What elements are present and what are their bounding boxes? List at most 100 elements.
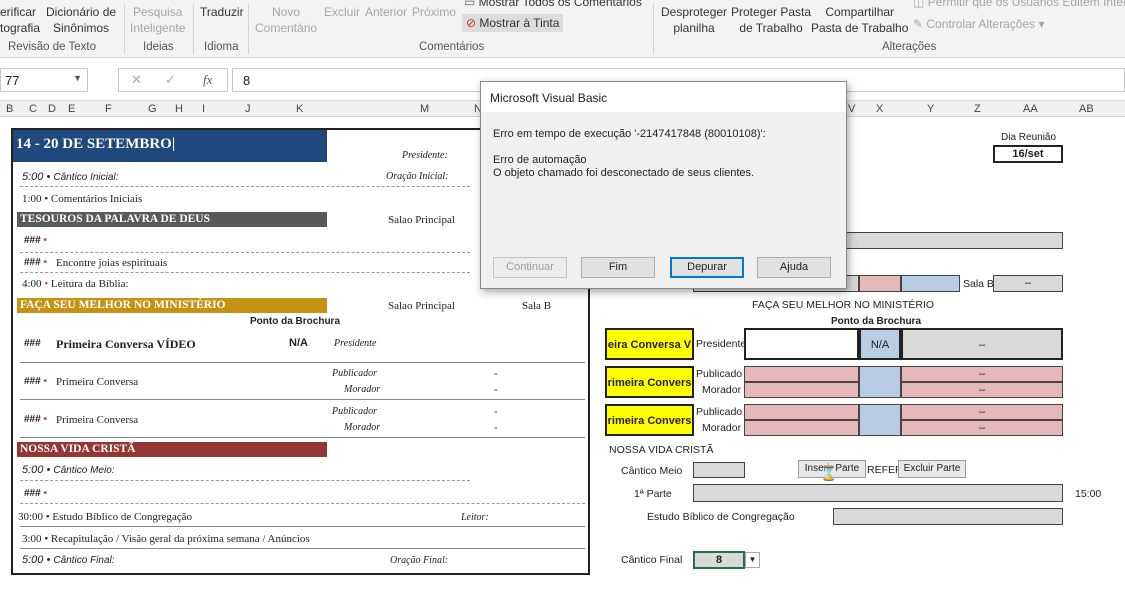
- column-header[interactable]: X: [876, 103, 883, 115]
- room-b-label: Sala B: [522, 300, 552, 312]
- householder-label: Morador: [344, 422, 381, 433]
- column-header[interactable]: M: [420, 103, 429, 115]
- form-cell[interactable]: –: [901, 404, 1063, 420]
- help-button[interactable]: Ajuda: [757, 257, 831, 278]
- form-cell[interactable]: –: [993, 275, 1063, 292]
- ministerio-label: FAÇA SEU MELHOR NO MINISTÉRIO: [752, 299, 935, 311]
- form-cell[interactable]: [840, 232, 1063, 249]
- column-header[interactable]: V: [848, 103, 855, 115]
- form-cell[interactable]: [744, 366, 859, 382]
- row-time: ###: [24, 338, 41, 349]
- column-header[interactable]: J: [245, 103, 251, 115]
- allow-edit-icon: ◫: [913, 0, 928, 9]
- group-label-language: Idioma: [204, 41, 239, 53]
- form-cell[interactable]: [744, 404, 859, 420]
- thesaurus-button[interactable]: Dicionário de Sinônimos: [46, 4, 116, 36]
- translate-button[interactable]: Traduzir: [200, 4, 244, 20]
- track-changes-button[interactable]: ✎ Controlar Alterações ▾: [913, 16, 1044, 32]
- chevron-down-icon: ▾: [1035, 17, 1045, 31]
- show-ink-button[interactable]: ⊘ Mostrar à Tinta: [462, 14, 564, 32]
- form-cell[interactable]: –: [901, 420, 1063, 436]
- closing-song-label: Cântico Final: [621, 554, 683, 566]
- form-cell[interactable]: [833, 508, 1063, 525]
- column-header[interactable]: C: [29, 103, 37, 115]
- form-cell[interactable]: –: [901, 366, 1063, 382]
- allow-edit-label: Permitir que os Usuários Editem Inter: [927, 0, 1125, 9]
- delete-part-button[interactable]: Excluir Parte: [898, 460, 966, 478]
- ribbon-separator: [193, 4, 194, 54]
- na-cell[interactable]: N/A: [859, 328, 901, 360]
- spelling-label-1: erificar: [0, 5, 37, 19]
- dialog-title: Microsoft Visual Basic: [481, 82, 846, 112]
- next-comment-button[interactable]: Próximo: [412, 4, 456, 20]
- smart-lookup-label-2: Inteligente: [130, 21, 186, 35]
- enter-icon[interactable]: ✓: [165, 72, 176, 88]
- column-header[interactable]: AB: [1079, 103, 1094, 115]
- president-label: Presidente: [696, 338, 747, 350]
- ribbon-separator: [248, 4, 249, 54]
- form-cell[interactable]: [744, 382, 859, 398]
- track-changes-label: Controlar Alterações: [926, 17, 1036, 31]
- column-header[interactable]: D: [48, 103, 56, 115]
- column-header[interactable]: Z: [974, 103, 981, 115]
- part-yellow-cell[interactable]: eira Conversa V: [605, 328, 694, 360]
- householder-value: -: [494, 384, 498, 396]
- row-time: 3:00 • Recapitulação / Visão geral da pr…: [22, 533, 310, 545]
- president-label: Presidente: [334, 338, 377, 349]
- previous-comment-button[interactable]: Anterior: [365, 4, 407, 20]
- week-header[interactable]: 14 - 20 DE SETEMBRO|: [13, 130, 327, 162]
- continue-button[interactable]: Continuar: [493, 257, 567, 278]
- delete-comment-button[interactable]: Excluir: [324, 4, 360, 20]
- form-cell[interactable]: [901, 275, 960, 292]
- column-header[interactable]: Y: [927, 103, 934, 115]
- end-button[interactable]: Fim: [581, 257, 655, 278]
- group-label-proofing: Revisão de Texto: [8, 41, 97, 53]
- part-yellow-cell[interactable]: rimeira Convers: [605, 366, 694, 398]
- main-hall-label: Salao Principal: [388, 214, 455, 226]
- nossa-vida-header[interactable]: NOSSA VIDA CRISTÃ: [17, 442, 327, 457]
- column-header[interactable]: G: [148, 103, 157, 115]
- room-b-label: Sala B: [963, 278, 994, 290]
- form-cell[interactable]: [859, 366, 901, 398]
- column-header[interactable]: E: [68, 103, 75, 115]
- form-cell[interactable]: [693, 484, 1063, 502]
- smart-lookup-button[interactable]: Pesquisa Inteligente: [130, 4, 185, 36]
- column-header[interactable]: B: [6, 103, 13, 115]
- tesouros-header[interactable]: TESOUROS DA PALAVRA DE DEUS: [17, 212, 327, 227]
- insert-function-icon[interactable]: fx: [203, 72, 212, 88]
- form-cell[interactable]: [859, 275, 901, 292]
- debug-button[interactable]: Depurar: [670, 257, 744, 278]
- chevron-down-icon[interactable]: ▼: [73, 73, 82, 83]
- part-yellow-cell[interactable]: rimeira Convers: [605, 404, 694, 436]
- form-cell[interactable]: –: [901, 382, 1063, 398]
- form-cell[interactable]: [859, 404, 901, 436]
- unprotect-sheet-button[interactable]: Desproteger planilha: [661, 4, 727, 36]
- column-header[interactable]: H: [175, 103, 183, 115]
- form-cell[interactable]: [744, 420, 859, 436]
- column-header[interactable]: I: [202, 103, 205, 115]
- ministerio-header[interactable]: FAÇA SEU MELHOR NO MINISTÉRIO: [17, 298, 327, 313]
- row-time-value: ###: [24, 235, 41, 246]
- column-header[interactable]: F: [105, 103, 112, 115]
- form-cell[interactable]: [693, 462, 745, 478]
- cancel-icon[interactable]: ✕: [131, 72, 142, 88]
- show-all-comments-button[interactable]: ▭ Mostrar Todos os Comentários: [464, 0, 642, 10]
- row-time-value: ###: [24, 376, 41, 387]
- column-header[interactable]: K: [296, 103, 303, 115]
- comments-icon: ▭: [464, 0, 479, 9]
- protect-workbook-button[interactable]: Proteger Pasta de Trabalho: [731, 4, 811, 36]
- allow-users-edit-button[interactable]: ◫ Permitir que os Usuários Editem Inter: [913, 0, 1125, 10]
- row-time: ### •: [24, 488, 47, 499]
- column-header[interactable]: AA: [1023, 103, 1038, 115]
- spelling-button[interactable]: erificar tografia: [0, 4, 40, 36]
- chevron-down-icon[interactable]: ▼: [745, 552, 760, 568]
- form-cell[interactable]: [744, 328, 859, 360]
- closing-song-cell[interactable]: 8: [693, 551, 745, 569]
- name-box[interactable]: 77 ▼: [0, 68, 88, 92]
- share-workbook-button[interactable]: Compartilhar Pasta de Trabalho: [811, 4, 908, 36]
- show-all-comments-label: Mostrar Todos os Comentários: [478, 0, 642, 9]
- form-cell[interactable]: –: [901, 328, 1063, 360]
- row-separator: [20, 480, 470, 481]
- new-comment-button[interactable]: Novo Comentário: [255, 4, 317, 36]
- meeting-day-cell[interactable]: 16/set: [993, 145, 1063, 163]
